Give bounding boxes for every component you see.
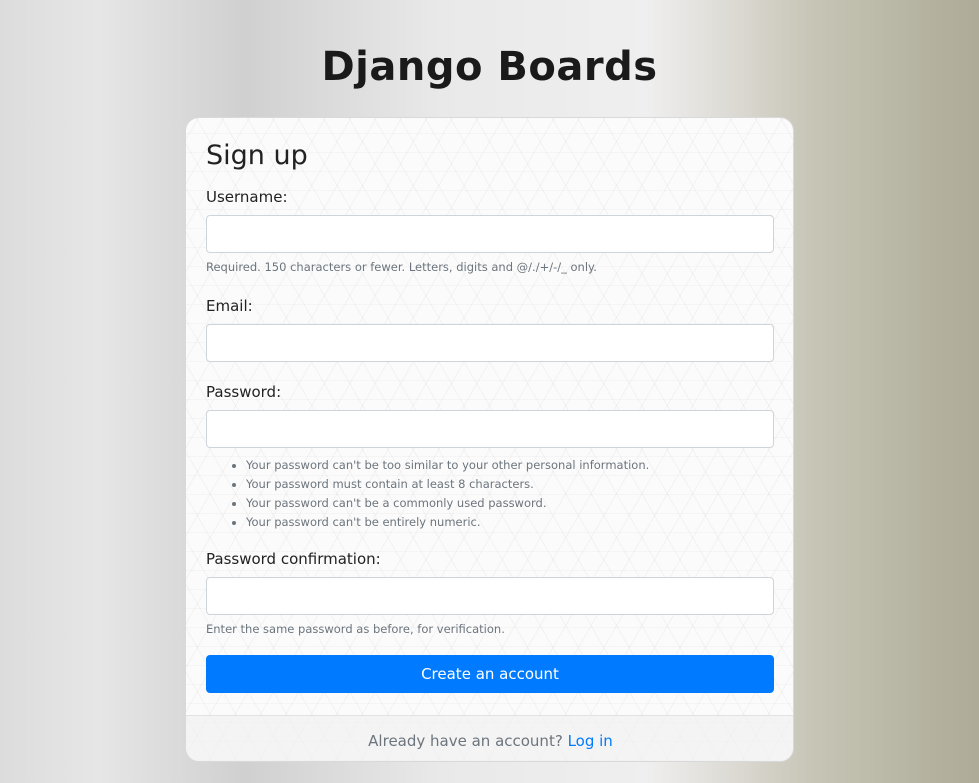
create-account-button[interactable]: Create an account bbox=[206, 655, 774, 693]
password-help-item: Your password can't be a commonly used p… bbox=[246, 494, 649, 513]
form-title: Sign up bbox=[206, 140, 308, 171]
username-label: Username: bbox=[206, 188, 288, 206]
site-brand: Django Boards bbox=[321, 44, 658, 90]
email-input[interactable] bbox=[206, 324, 774, 362]
login-prompt-text: Already have an account? bbox=[368, 732, 563, 750]
signup-card: Sign up Username: Required. 150 characte… bbox=[185, 117, 794, 762]
password-label: Password: bbox=[206, 383, 282, 401]
card-footer: Already have an account? Log in bbox=[186, 715, 793, 761]
password-help-item: Your password can't be entirely numeric. bbox=[246, 513, 649, 532]
password-help-item: Your password must contain at least 8 ch… bbox=[246, 475, 649, 494]
email-label: Email: bbox=[206, 297, 253, 315]
username-help-text: Required. 150 characters or fewer. Lette… bbox=[206, 260, 597, 274]
password-confirmation-label: Password confirmation: bbox=[206, 550, 381, 568]
password-confirmation-help-text: Enter the same password as before, for v… bbox=[206, 622, 505, 636]
login-link[interactable]: Log in bbox=[568, 732, 613, 750]
password-confirmation-input[interactable] bbox=[206, 577, 774, 615]
password-help-list: Your password can't be too similar to yo… bbox=[246, 456, 649, 532]
password-input[interactable] bbox=[206, 410, 774, 448]
password-help-item: Your password can't be too similar to yo… bbox=[246, 456, 649, 475]
username-input[interactable] bbox=[206, 215, 774, 253]
